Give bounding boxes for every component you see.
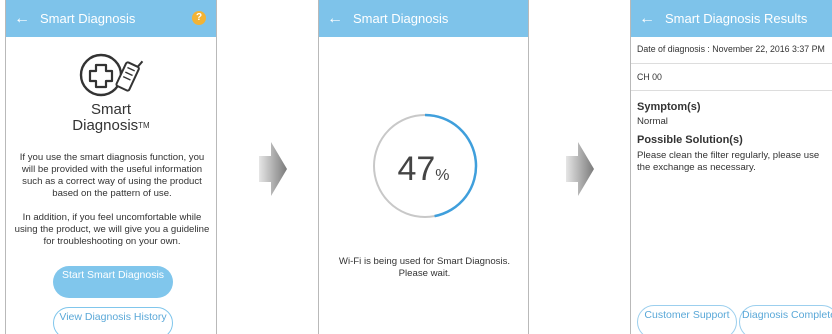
solution-text: Please clean the filter regularly, pleas… (637, 150, 820, 173)
progress-number: 47 (397, 150, 436, 188)
arrow-left-icon[interactable]: ← (639, 0, 661, 37)
symptom-heading: Symptom(s) (637, 101, 701, 113)
page-title: Smart Diagnosis (353, 11, 449, 26)
intro-paragraph: If you use the smart diagnosis function,… (19, 152, 205, 199)
progress-value: 47% (319, 150, 528, 189)
app-bar: ← Smart Diagnosis (319, 0, 528, 37)
symptom-value: Normal (637, 116, 668, 127)
diagnosis-code: CH 00 (637, 72, 662, 82)
next-step-arrow-icon (566, 142, 594, 196)
logo-text-line1: Smart (90, 101, 131, 118)
intro-paragraph-2: In addition, if you feel uncomfortable w… (14, 212, 210, 247)
next-step-arrow-icon (259, 142, 287, 196)
logo-text-line2: DiagnosisTM (72, 117, 150, 134)
start-smart-diagnosis-button[interactable]: Start Smart Diagnosis (53, 266, 173, 298)
smart-diagnosis-intro-screen: ← Smart Diagnosis ? Smart DiagnosisTM If… (5, 0, 217, 334)
solution-heading: Possible Solution(s) (637, 134, 743, 146)
app-bar: ← Smart Diagnosis Results (631, 0, 832, 37)
customer-support-button[interactable]: Customer Support (637, 305, 737, 334)
app-bar: ← Smart Diagnosis ? (6, 0, 216, 37)
diagnosis-date: Date of diagnosis : November 22, 2016 3:… (637, 44, 825, 54)
help-icon[interactable]: ? (192, 11, 206, 25)
divider (631, 63, 832, 64)
smart-diagnosis-logo-icon (79, 53, 144, 97)
arrow-left-icon[interactable]: ← (14, 0, 36, 37)
smart-diagnosis-results-screen: ← Smart Diagnosis Results Date of diagno… (630, 0, 832, 334)
arrow-left-icon[interactable]: ← (327, 0, 349, 37)
wait-message: Wi-Fi is being used for Smart Diagnosis.… (338, 256, 511, 279)
smart-diagnosis-progress-screen: ← Smart Diagnosis 47% Wi-Fi is being use… (318, 0, 529, 334)
trademark: TM (138, 121, 150, 130)
diagnosis-complete-button[interactable]: Diagnosis Complete (739, 305, 832, 334)
percent-sign: % (435, 167, 450, 184)
page-title: Smart Diagnosis (40, 11, 136, 26)
divider (631, 90, 832, 91)
page-title: Smart Diagnosis Results (665, 11, 808, 26)
view-diagnosis-history-button[interactable]: View Diagnosis History (53, 307, 173, 334)
